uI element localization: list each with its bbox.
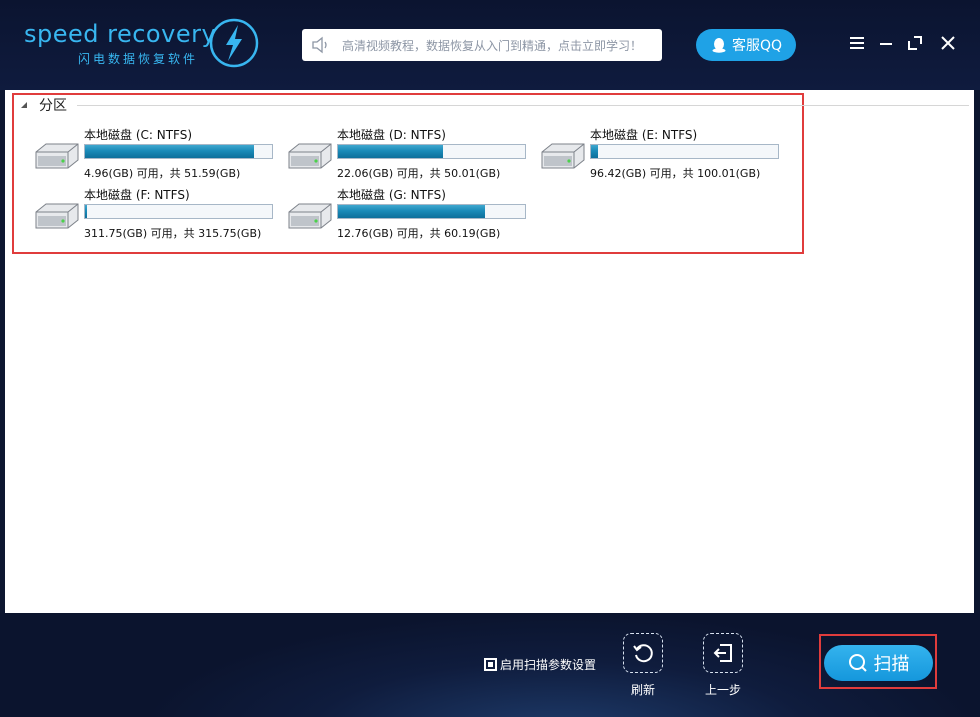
scan-settings-toggle[interactable]: 启用扫描参数设置 [484,656,596,673]
minimize-button[interactable] [874,31,898,55]
section-divider [77,104,969,106]
maximize-icon [908,36,922,50]
hard-drive-icon [35,143,79,169]
qq-penguin-icon [712,38,726,53]
drive-name: 本地磁盘 (G: NTFS) [337,188,446,202]
drive-space: 96.42(GB) 可用，共 100.01(GB) [590,167,761,180]
hard-drive-icon [288,203,332,229]
refresh-icon-frame[interactable] [623,633,663,673]
hard-drive-icon [35,203,79,229]
usage-bar [84,144,273,159]
drive-item-g[interactable]: 本地磁盘 (G: NTFS) 12.76(GB) 可用，共 60.19(GB) [285,186,530,242]
drive-name: 本地磁盘 (E: NTFS) [590,128,698,142]
title-bar: speed recovery 闪电数据恢复软件 高清视频教程，数据恢复从入门到精… [0,0,980,90]
drive-space: 22.06(GB) 可用，共 50.01(GB) [337,167,501,180]
partition-section-header[interactable]: 分区 [19,96,969,114]
partition-panel: 分区 本地磁盘 (C: NTFS) 4.96(GB) 可用，共 51.59(GB… [5,90,974,613]
scan-settings-checkbox[interactable] [484,658,497,671]
minimize-icon [880,43,892,45]
usage-fill [338,205,486,218]
usage-fill [85,145,255,158]
drive-item-d[interactable]: 本地磁盘 (D: NTFS) 22.06(GB) 可用，共 50.01(GB) [285,126,530,182]
back-button[interactable]: 上一步 [703,633,743,697]
drive-item-f[interactable]: 本地磁盘 (F: NTFS) 311.75(GB) 可用，共 315.75(GB… [32,186,277,242]
usage-fill [85,205,88,218]
refresh-icon [633,644,653,663]
usage-fill [338,145,443,158]
drive-item-c[interactable]: 本地磁盘 (C: NTFS) 4.96(GB) 可用，共 51.59(GB) [32,126,277,182]
back-arrow-icon [713,644,732,662]
close-button[interactable] [936,31,960,55]
scan-settings-label[interactable]: 启用扫描参数设置 [500,656,596,673]
refresh-label: 刷新 [630,683,655,697]
usage-fill [591,145,598,158]
back-label: 上一步 [704,683,741,697]
drive-space: 4.96(GB) 可用，共 51.59(GB) [84,167,241,180]
scan-button[interactable]: 扫描 [824,645,933,681]
usage-bar [337,144,526,159]
hard-drive-icon [288,143,332,169]
brand-name: speed recovery [24,20,217,48]
drive-name: 本地磁盘 (F: NTFS) [84,188,190,202]
notice-text[interactable]: 高清视频教程，数据恢复从入门到精通，点击立即学习！ [342,37,642,54]
usage-bar [590,144,779,159]
drive-space: 12.76(GB) 可用，共 60.19(GB) [337,227,501,240]
lightning-logo-icon [209,18,259,68]
bottom-toolbar: 启用扫描参数设置 刷新 上一步 扫描 [0,613,980,717]
customer-service-qq-button[interactable]: 客服QQ [696,29,796,61]
brand-subtitle: 闪电数据恢复软件 [78,52,199,66]
menu-button[interactable] [845,31,869,55]
menu-icon [850,37,864,49]
drive-name: 本地磁盘 (C: NTFS) [84,128,193,142]
search-icon [848,654,867,672]
collapse-triangle-icon[interactable] [19,100,29,110]
section-title: 分区 [39,98,67,114]
close-icon [941,36,955,50]
drive-space: 311.75(GB) 可用，共 315.75(GB) [84,227,262,240]
maximize-button[interactable] [903,31,927,55]
usage-bar [337,204,526,219]
refresh-button[interactable]: 刷新 [623,633,663,697]
hard-drive-icon [541,143,585,169]
back-icon-frame[interactable] [703,633,743,673]
drive-item-e[interactable]: 本地磁盘 (E: NTFS) 96.42(GB) 可用，共 100.01(GB) [538,126,783,182]
usage-bar [84,204,273,219]
speaker-icon [312,36,327,54]
tutorial-notice-bar[interactable]: 高清视频教程，数据恢复从入门到精通，点击立即学习！ [302,29,662,61]
scan-label: 扫描 [873,654,910,675]
drive-name: 本地磁盘 (D: NTFS) [337,128,446,142]
qq-button-label: 客服QQ [731,38,783,54]
